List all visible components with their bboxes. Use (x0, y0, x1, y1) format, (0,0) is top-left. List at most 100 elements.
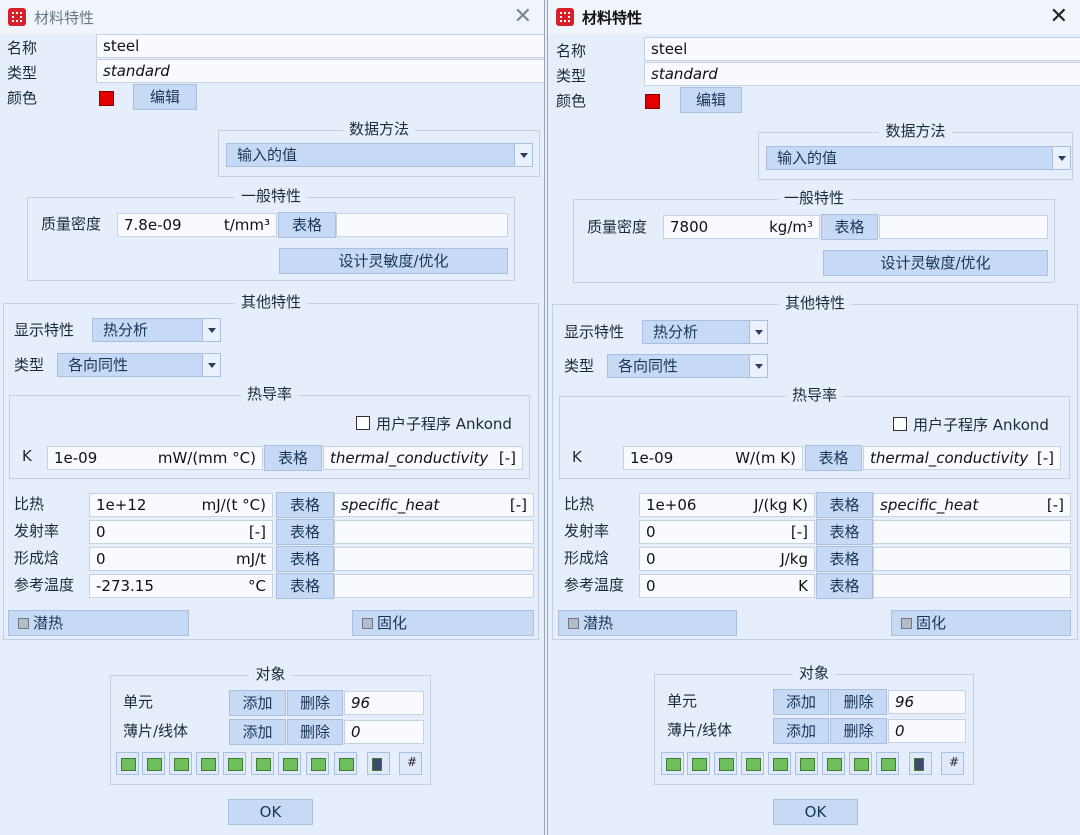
row-table-button[interactable]: 表格 (276, 546, 334, 572)
select-region-icon[interactable] (278, 752, 301, 775)
type-label: 类型 (7, 64, 38, 82)
k-field[interactable]: 1e-09 W/(m K) (623, 446, 803, 470)
k-table-ref[interactable]: thermal_conductivity [-] (323, 446, 523, 470)
isotropy-type-select[interactable]: 各向同性 (607, 354, 768, 378)
select-elements-icon[interactable] (116, 752, 139, 775)
edit-color-button[interactable]: 编辑 (680, 87, 742, 113)
row-table-button[interactable]: 表格 (816, 519, 873, 545)
select-plane-icon[interactable] (849, 752, 872, 775)
remove-elements-button[interactable]: 删除 (287, 690, 343, 716)
row-label: 形成焓 (14, 549, 60, 567)
select-grid-icon[interactable] (251, 752, 274, 775)
name-field[interactable]: steel (644, 37, 1080, 61)
toggle-indicator-icon (901, 618, 912, 629)
row-table-ref[interactable]: specific_heat [-] (873, 493, 1071, 517)
row-table-ref[interactable] (334, 520, 534, 544)
grid-icon[interactable] (941, 752, 964, 775)
row-value-field[interactable]: 0 J/kg (639, 547, 815, 571)
chevron-down-icon (514, 144, 532, 166)
select-plane-icon[interactable] (306, 752, 329, 775)
design-sensitivity-button[interactable]: 设计灵敏度/优化 (823, 250, 1048, 276)
density-table-button[interactable]: 表格 (821, 214, 878, 240)
select-surface-icon[interactable] (876, 752, 899, 775)
color-label: 颜色 (7, 89, 38, 107)
user-subroutine-checkbox[interactable]: 用户子程序 Ankond (356, 413, 512, 434)
row-value-field[interactable]: -273.15 °C (89, 574, 273, 598)
density-table-ref[interactable] (336, 213, 508, 237)
cure-toggle[interactable]: 固化 (891, 610, 1071, 636)
row-table-ref[interactable] (873, 574, 1071, 598)
display-property-select[interactable]: 热分析 (92, 318, 221, 342)
row-value-field[interactable]: 0K (639, 574, 815, 598)
row-table-ref[interactable] (334, 574, 534, 598)
select-surface-icon[interactable] (334, 752, 357, 775)
display-property-select[interactable]: 热分析 (642, 320, 768, 344)
remove-shells-button[interactable]: 删除 (287, 719, 343, 745)
select-region-icon[interactable] (822, 752, 845, 775)
grid-icon[interactable] (399, 752, 422, 775)
elements-label: 单元 (667, 692, 698, 710)
elements-count: 96 (888, 690, 966, 714)
row-table-button[interactable]: 表格 (276, 519, 334, 545)
row-table-ref[interactable] (873, 547, 1071, 571)
k-field[interactable]: 1e-09 mW/(mm °C) (47, 446, 263, 470)
row-label: 发射率 (14, 522, 60, 540)
row-value-field[interactable]: 1e+12 mJ/(t °C) (89, 493, 273, 517)
row-table-button[interactable]: 表格 (816, 492, 873, 518)
add-shells-button[interactable]: 添加 (773, 718, 829, 744)
data-method-select[interactable]: 输入的值 (766, 146, 1071, 170)
select-box-icon[interactable] (196, 752, 219, 775)
k-table-button[interactable]: 表格 (805, 445, 862, 471)
remove-shells-button[interactable]: 删除 (830, 718, 887, 744)
density-table-button[interactable]: 表格 (278, 212, 336, 238)
select-front-icon[interactable] (687, 752, 710, 775)
latent-heat-toggle[interactable]: 潜热 (558, 610, 737, 636)
row-value-field[interactable]: 0 mJ/t (89, 547, 273, 571)
remove-elements-button[interactable]: 删除 (830, 689, 887, 715)
row-table-button[interactable]: 表格 (276, 573, 334, 599)
density-table-ref[interactable] (879, 215, 1048, 239)
color-swatch[interactable] (99, 91, 114, 106)
k-table-ref[interactable]: thermal_conductivity [-] (863, 446, 1061, 470)
row-value-field[interactable]: 1e+06 J/(kg K) (639, 493, 815, 517)
user-subroutine-checkbox[interactable]: 用户子程序 Ankond (893, 414, 1049, 435)
color-swatch[interactable] (645, 94, 660, 109)
ok-button[interactable]: OK (773, 799, 858, 825)
density-field[interactable]: 7.8e-09 t/mm³ (117, 213, 277, 237)
row-table-ref[interactable]: specific_heat [-] (334, 493, 534, 517)
row-table-button[interactable]: 表格 (816, 546, 873, 572)
select-back-icon[interactable] (169, 752, 192, 775)
isotropy-type-select[interactable]: 各向同性 (57, 353, 221, 377)
select-node-icon[interactable] (768, 752, 791, 775)
type-field[interactable]: standard (644, 62, 1080, 86)
select-front-icon[interactable] (142, 752, 165, 775)
row-value-field[interactable]: 0 [-] (639, 520, 815, 544)
add-elements-button[interactable]: 添加 (773, 689, 829, 715)
latent-heat-toggle[interactable]: 潜热 (8, 610, 189, 636)
select-node-icon[interactable] (223, 752, 246, 775)
row-table-ref[interactable] (873, 520, 1071, 544)
row-table-button[interactable]: 表格 (276, 492, 334, 518)
row-table-button[interactable]: 表格 (816, 573, 873, 599)
select-back-icon[interactable] (714, 752, 737, 775)
ok-button[interactable]: OK (228, 799, 313, 825)
select-elements-icon[interactable] (661, 752, 684, 775)
pick-list-icon[interactable] (367, 752, 390, 775)
cure-toggle[interactable]: 固化 (352, 610, 534, 636)
select-box-icon[interactable] (741, 752, 764, 775)
add-shells-button[interactable]: 添加 (229, 719, 286, 745)
density-field[interactable]: 7800 kg/m³ (663, 215, 820, 239)
close-icon[interactable]: ✕ (514, 4, 532, 29)
data-method-select[interactable]: 输入的值 (226, 143, 533, 167)
pick-list-icon[interactable] (909, 752, 932, 775)
k-table-button[interactable]: 表格 (264, 445, 322, 471)
row-value-field[interactable]: 0 [-] (89, 520, 273, 544)
select-grid-icon[interactable] (795, 752, 818, 775)
design-sensitivity-button[interactable]: 设计灵敏度/优化 (279, 248, 508, 274)
close-icon[interactable]: ✕ (1050, 4, 1068, 29)
type-field[interactable]: standard (96, 59, 544, 83)
add-elements-button[interactable]: 添加 (229, 690, 286, 716)
edit-color-button[interactable]: 编辑 (133, 84, 197, 110)
name-field[interactable]: steel (96, 34, 544, 58)
row-table-ref[interactable] (334, 547, 534, 571)
